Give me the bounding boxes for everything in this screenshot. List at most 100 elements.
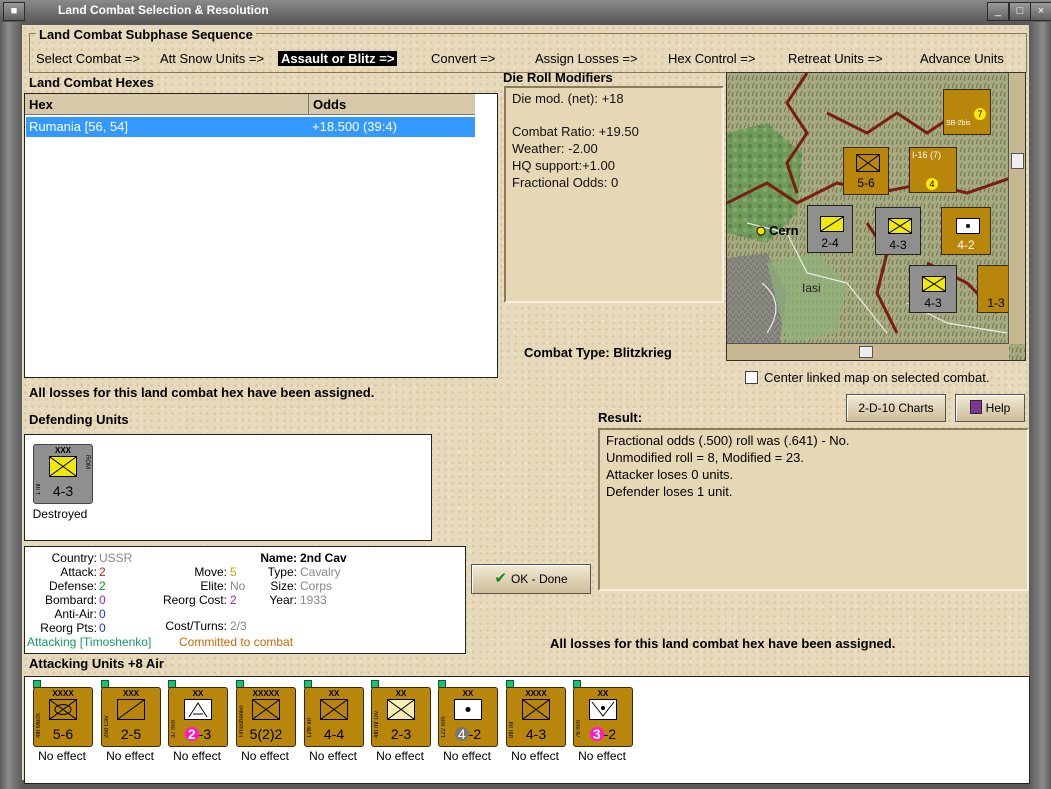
ok-done-button[interactable]: ✔ OK - Done xyxy=(471,564,591,594)
map-counter-symbol xyxy=(956,218,980,234)
minimize-icon[interactable]: _ xyxy=(987,2,1009,21)
help-button[interactable]: Help xyxy=(955,394,1025,422)
hq-symbol-icon xyxy=(252,699,280,720)
table-row[interactable]: Rumania [56, 54] +18.500 (39:4) xyxy=(26,117,475,137)
attack-label: Attack: xyxy=(60,565,97,579)
attacking-status: Attacking [Timoshenko] xyxy=(27,635,152,649)
die-roll-panel: Die mod. (net): +18 Combat Ratio: +19.50… xyxy=(504,86,724,303)
phase-convert: Convert => xyxy=(431,51,496,66)
reorg-label: Reorg Pts: xyxy=(40,621,97,635)
map-hscrollbar[interactable] xyxy=(727,343,1009,360)
charts-label: 2-D-10 Charts xyxy=(858,401,934,415)
attacking-unit-counter[interactable]: XX 4th Inf Div 2-3 xyxy=(371,687,431,747)
unit-size: XX xyxy=(192,689,204,698)
cost-turns-value: 2/3 xyxy=(230,619,247,633)
map-hscroll-thumb[interactable] xyxy=(859,346,873,358)
unit-size: XX xyxy=(395,689,407,698)
unit-strength: 4-3 xyxy=(52,483,74,499)
charts-button[interactable]: 2-D-10 Charts xyxy=(846,394,946,422)
map-counter-strength: SB-2bis xyxy=(946,120,971,127)
unit-strength: 2-3 xyxy=(169,726,227,742)
move-factor: -2 xyxy=(468,726,482,742)
defense-value: 2 xyxy=(99,579,106,593)
map-counter-symbol xyxy=(888,218,912,234)
attacking-unit-counter[interactable]: XX 37 mm 2 -3 xyxy=(168,687,228,747)
attacking-unit-counter[interactable]: XX 122 mm 4 -2 xyxy=(438,687,498,747)
antiair-label: Anti-Air: xyxy=(54,607,97,621)
attacking-title: Attacking Units +8 Air xyxy=(29,656,164,671)
system-menu-icon[interactable]: ■ xyxy=(3,2,25,21)
map-label-iasi: Iasi xyxy=(802,281,821,295)
unit-strength: 4 -2 xyxy=(439,726,497,742)
attack-factor-dot: 3 xyxy=(589,727,604,741)
map-vscroll-thumb[interactable] xyxy=(1011,153,1024,169)
combat-type-label: Combat Type: xyxy=(524,345,610,360)
center-map-checkbox[interactable] xyxy=(745,371,758,384)
unit-status: No effect xyxy=(309,749,357,763)
linked-map[interactable]: Cern Iasi 5-6 I-16 (7) 4 2-4 4-3 4-2 4-3… xyxy=(726,72,1026,361)
center-map-label: Center linked map on selected combat. xyxy=(764,370,990,385)
unit-status: No effect xyxy=(376,749,424,763)
move-label: Move: xyxy=(194,565,227,579)
size-label: Size: xyxy=(270,579,297,593)
unit-strength: 2-5 xyxy=(120,726,142,742)
map-counter[interactable]: 4-2 xyxy=(941,207,991,255)
map-counter-strength: 5-6 xyxy=(857,176,875,190)
result-line: Unmodified roll = 8, Modified = 23. xyxy=(606,450,804,465)
unit-strength: 4-4 xyxy=(323,726,345,742)
col-odds-header[interactable]: Odds xyxy=(309,94,475,115)
attacking-unit-counter[interactable]: XXXXX Timoshenko 5(2)2 xyxy=(236,687,296,747)
attacking-box: XXXX 4th Mech 5-6 No effect XXX 2nd Cav … xyxy=(24,676,1030,784)
country-label: Country: xyxy=(51,551,97,565)
move-factor: -2 xyxy=(603,726,617,742)
unit-info-panel: Country: USSR Attack: 2 Defense: 2 Bomba… xyxy=(24,546,466,654)
defending-unit-counter[interactable]: XXX 1 Inf ROM 4-3 xyxy=(33,444,93,504)
unit-status: No effect xyxy=(38,749,86,763)
attacking-unit-counter[interactable]: XXXX 4th Mech 5-6 xyxy=(33,687,93,747)
attacking-unit-counter[interactable]: XXX 2nd Cav 2-5 xyxy=(101,687,161,747)
map-vscrollbar[interactable] xyxy=(1008,73,1025,344)
move-factor: -3 xyxy=(198,726,212,742)
committed-status: Committed to combat xyxy=(179,635,294,649)
close-icon[interactable]: × xyxy=(1030,2,1051,21)
unit-strength: 3 -2 xyxy=(574,726,632,742)
defending-box: XXX 1 Inf ROM 4-3 Destroyed xyxy=(24,434,432,541)
unit-status: Destroyed xyxy=(32,507,88,521)
hexes-title: Land Combat Hexes xyxy=(29,75,154,90)
defending-title: Defending Units xyxy=(29,412,129,427)
unit-strength: 5-6 xyxy=(52,726,74,742)
phase-assault-or-blitz: Assault or Blitz => xyxy=(278,51,398,66)
map-counter-badge: 7 xyxy=(974,108,986,120)
col-hex-header[interactable]: Hex xyxy=(25,94,309,115)
unit-status: No effect xyxy=(106,749,154,763)
infantry-symbol-icon xyxy=(522,699,550,720)
map-counter[interactable]: 5-6 xyxy=(843,147,889,195)
map-air-counter[interactable]: SB-2bis 7 xyxy=(943,89,991,135)
type-value: Cavalry xyxy=(300,565,341,579)
size-value: Corps xyxy=(300,579,333,593)
hexes-list[interactable]: Hex Odds Rumania [56, 54] +18.500 (39:4) xyxy=(24,93,498,378)
map-counter[interactable]: 2-4 xyxy=(807,205,853,253)
map-air-counter[interactable]: I-16 (7) 4 xyxy=(909,147,957,193)
map-counter-strength: 4-3 xyxy=(889,238,907,252)
map-counter-strength: 2-4 xyxy=(821,236,839,250)
artillery-symbol-icon xyxy=(454,699,482,720)
phase-hex-control: Hex Control => xyxy=(668,51,756,66)
attacking-unit-counter[interactable]: XXXX 8th Inf 4-3 xyxy=(506,687,566,747)
map-counter-strength: I-16 (7) xyxy=(912,150,942,160)
drm-line: Weather: -2.00 xyxy=(512,141,598,156)
map-counter-badge: 4 xyxy=(926,178,938,190)
attacking-unit-counter[interactable]: XX 12th Inf 4-4 xyxy=(304,687,364,747)
reorg-value: 0 xyxy=(99,621,106,635)
name-label: Name: xyxy=(260,551,297,565)
infantry-symbol-icon xyxy=(387,699,415,720)
attacking-unit-counter[interactable]: XX 76 mm 3 -2 xyxy=(573,687,633,747)
antiair-value: 0 xyxy=(99,607,106,621)
phase-retreat-units: Retreat Units => xyxy=(788,51,883,66)
maximize-icon[interactable]: □ xyxy=(1009,2,1031,21)
result-line: Defender loses 1 unit. xyxy=(606,484,733,499)
type-label: Type: xyxy=(267,565,297,579)
map-counter[interactable]: 4-3 xyxy=(875,207,921,255)
unit-size: XX xyxy=(597,689,609,698)
map-counter[interactable]: 4-3 xyxy=(909,265,957,313)
